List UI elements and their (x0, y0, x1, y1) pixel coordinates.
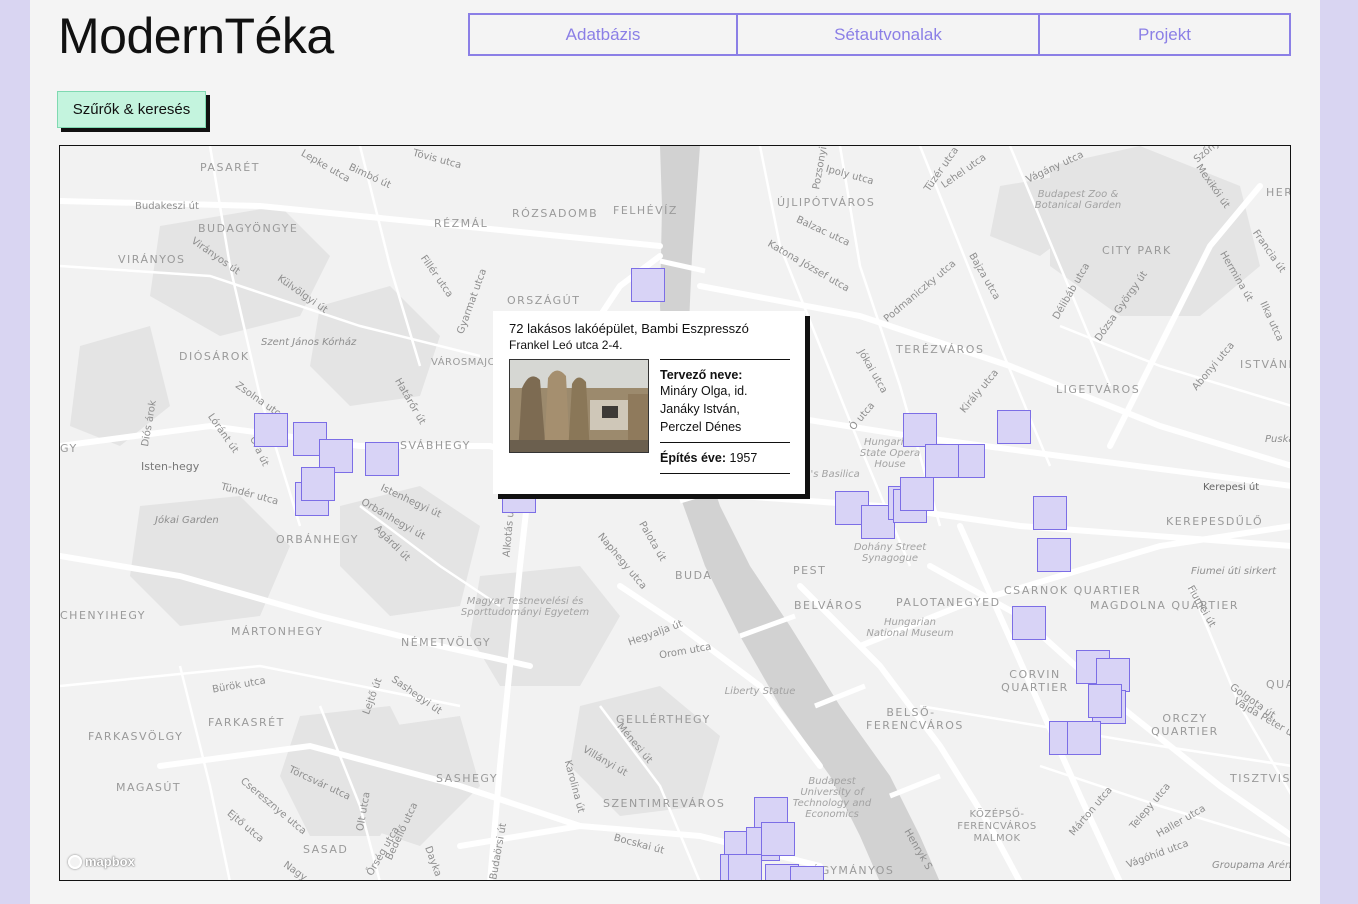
mapbox-attribution[interactable]: mapbox (68, 854, 135, 869)
district-label: TERÉZVÁROS (896, 343, 985, 356)
year-value: 1957 (729, 451, 758, 465)
designer-section: Tervező neve: Mináry Olga, id. Janáky Is… (660, 360, 790, 436)
popup-info: Tervező neve: Mináry Olga, id. Janáky Is… (660, 359, 790, 474)
year-section: Építés éve: 1957 (660, 443, 790, 465)
building-marker[interactable] (631, 268, 665, 302)
building-marker[interactable] (903, 413, 937, 447)
district-label: KEREPESDŰLŐ (1166, 515, 1264, 528)
district-label: CORVIN QUARTIER (1001, 668, 1069, 694)
district-label: HERMI (1266, 186, 1290, 199)
mapbox-logo-icon (68, 854, 82, 869)
building-marker[interactable] (997, 410, 1031, 444)
poi-label: Hungarian National Museum (866, 617, 954, 639)
main-nav: Adatbázis Sétautvonalak Projekt (468, 13, 1291, 56)
building-marker[interactable] (1037, 538, 1071, 572)
building-marker[interactable] (761, 822, 795, 856)
designer-name: Perczel Dénes (660, 420, 742, 434)
nav-item-projekt[interactable]: Projekt (1040, 15, 1289, 54)
district-label: PASARÉT (200, 161, 260, 174)
nav-item-adatbazis[interactable]: Adatbázis (470, 15, 738, 54)
district-label: DIÓSÁROK (179, 350, 250, 363)
district-label: MAGASÚT (116, 781, 182, 794)
district-label: RÉZMÁL (434, 217, 489, 230)
district-label: CITY PARK (1102, 244, 1172, 257)
nav-item-setautvonalak[interactable]: Sétautvonalak (738, 15, 1040, 54)
designer-label: Tervező neve: (660, 368, 743, 382)
street-label: Budakeszi út (135, 201, 199, 212)
poi-label: Budapest University of Technology and Ec… (792, 776, 872, 820)
district-label: CSARNOK QUARTIER (1004, 584, 1142, 597)
district-label: CHENYIHEGY (60, 609, 147, 622)
street-label: Fiumei úti sirkert (1191, 566, 1277, 577)
building-marker[interactable] (900, 477, 934, 511)
page: ModernTéka Adatbázis Sétautvonalak Proje… (30, 0, 1320, 904)
district-label: BUDA (675, 569, 713, 582)
street-label: Kerepesi út (1203, 482, 1260, 493)
popup-address: Frankel Leó utca 2-4. (509, 338, 623, 352)
district-label: SASHEGY (436, 772, 499, 785)
poi-label: Dohány Street Synagogue (853, 542, 927, 564)
district-label: KÖZÉPSŐ-FERENCVÁROS MALMOK (957, 809, 1037, 844)
district-label: FARKASRÉT (208, 716, 285, 729)
district-label: MAGDOLNA QUARTIER (1090, 599, 1239, 612)
building-marker[interactable] (925, 444, 959, 478)
year-label: Építés éve: (660, 451, 727, 465)
district-label: SASAD (303, 843, 349, 856)
mapbox-text: mapbox (85, 854, 135, 869)
district-label: QUA (1266, 678, 1290, 691)
site-logo[interactable]: ModernTéka (58, 6, 334, 66)
district-label: GY (60, 442, 78, 455)
district-label: LIGETVÁROS (1056, 383, 1141, 396)
building-marker[interactable] (365, 442, 399, 476)
divider (660, 473, 790, 474)
map[interactable]: PASARÉT BUDAGYÖNGYE VIRÁNYOS RÉZMÁL RÓZS… (59, 145, 1291, 881)
district-label: GELLÉRTHEGY (616, 713, 711, 726)
building-photo[interactable] (509, 359, 649, 453)
building-photo-image (510, 360, 648, 452)
designer-name: Mináry Olga, id. (660, 384, 748, 398)
building-marker[interactable] (728, 854, 762, 880)
district-label: ORSZÁGÚT (507, 294, 581, 307)
district-label: NÉMETVÖLGY (401, 636, 492, 649)
district-label: ORBÁNHEGY (276, 533, 360, 546)
building-marker[interactable] (790, 866, 824, 880)
building-marker[interactable] (301, 467, 335, 501)
building-marker[interactable] (1033, 496, 1067, 530)
designer-name: Janáky István, (660, 402, 740, 416)
district-label: SVÁBHEGY (400, 439, 471, 452)
district-label: TISZTVISELŐ (1230, 772, 1291, 785)
district-label: FELHÉVÍZ (613, 204, 678, 217)
district-label: ORCZY QUARTIER (1151, 712, 1219, 738)
street-label: Jókai Garden (155, 515, 219, 526)
district-label: BELSŐ-FERENCVÁROS (866, 706, 964, 732)
district-label: PALOTANEGYED (896, 596, 1001, 609)
district-label: FARKASVÖLGY (88, 730, 184, 743)
building-popup[interactable]: 72 lakásos lakóépület, Bambi Eszpresszó … (493, 311, 805, 494)
street-label: Groupama Aréna (1212, 860, 1291, 871)
district-label: PEST (793, 564, 827, 577)
district-label: VIRÁNYOS (118, 253, 186, 266)
poi-label: Magyar Testnevelési és Sporttudományi Eg… (460, 596, 590, 618)
building-marker[interactable] (1088, 684, 1122, 718)
street-label: Szent János Kórház (261, 337, 357, 348)
district-label: ÚJLIPÓTVÁROS (777, 196, 876, 209)
building-marker[interactable] (254, 413, 288, 447)
district-label: BELVÁROS (794, 599, 864, 612)
building-marker[interactable] (1012, 606, 1046, 640)
street-label: Puskás Ar (1265, 434, 1290, 445)
popup-title[interactable]: 72 lakásos lakóépület, Bambi Eszpresszó (509, 321, 789, 337)
building-marker[interactable] (1067, 721, 1101, 755)
filters-search-button[interactable]: Szűrők & keresés (57, 91, 206, 128)
district-label: MÁRTONHEGY (231, 625, 324, 638)
district-label: BUDAGYÖNGYE (198, 222, 299, 235)
district-label: SZENTIMREVÁROS (603, 797, 726, 810)
poi-label: Liberty Statue (724, 686, 796, 697)
poi-label: en's Basilica (798, 469, 860, 480)
poi-label: Budapest Zoo & Botanical Garden (1034, 189, 1122, 211)
district-label: RÓZSADOMB (512, 207, 599, 220)
street-label: Isten-hegy (141, 460, 200, 473)
district-label: ISTVÁNMEZ (1240, 358, 1290, 371)
